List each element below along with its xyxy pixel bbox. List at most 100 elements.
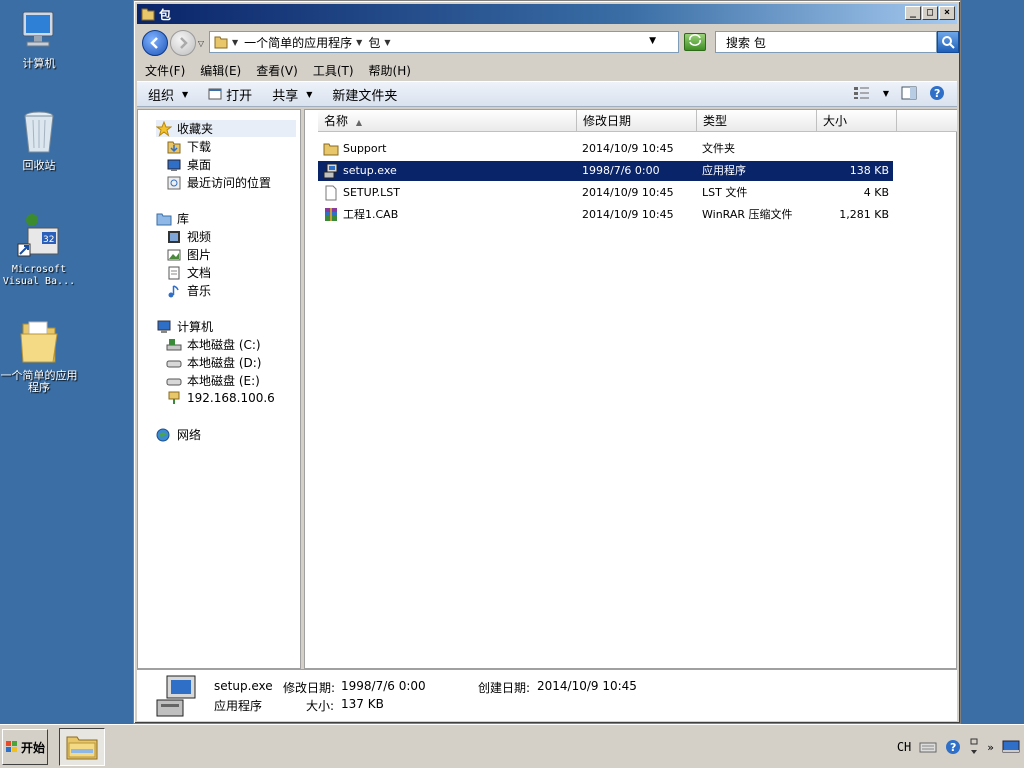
breadcrumb-arrow[interactable]: ▼	[384, 38, 390, 47]
close-button[interactable]: ×	[939, 6, 955, 20]
navigation-pane: 收藏夹 下载 桌面 最近访问的位置 库 视频 图片 文档 音乐 计算机 本地磁盘…	[137, 109, 301, 669]
start-button[interactable]: 开始	[2, 729, 48, 765]
nav-item-desktop[interactable]: 桌面	[166, 156, 211, 173]
maximize-button[interactable]: □	[922, 6, 938, 20]
system-tray: CH ? »	[897, 731, 1020, 763]
title-bar[interactable]: 包 _ □ ×	[137, 4, 957, 24]
menu-tools[interactable]: 工具(T)	[313, 62, 354, 79]
desktop-icon-recycle-bin[interactable]: 回收站	[0, 110, 78, 172]
arrow-left-icon	[150, 37, 158, 49]
menu-view[interactable]: 查看(V)	[256, 62, 298, 79]
column-header-name[interactable]: 名称 ▲	[318, 110, 577, 132]
options-menu-icon[interactable]	[969, 737, 979, 757]
show-hidden-icons-icon[interactable]: »	[987, 741, 994, 754]
table-row[interactable]: Support 2014/10/9 10:45 文件夹	[318, 139, 893, 159]
breadcrumb-segment[interactable]: 一个简单的应用程序	[244, 34, 352, 51]
search-button[interactable]	[937, 31, 959, 53]
nav-label: 最近访问的位置	[187, 176, 272, 190]
nav-label: 计算机	[177, 320, 214, 334]
nav-label: 下载	[187, 140, 212, 154]
menu-edit[interactable]: 编辑(E)	[200, 62, 241, 79]
desktop-icon-label: 回收站	[22, 159, 56, 172]
command-bar: 组织 ▼ 打开 共享 ▼ 新建文件夹 ▼ ?	[137, 81, 957, 107]
help-icon[interactable]: ?	[929, 85, 945, 101]
recent-pages-button[interactable]: ▽	[196, 39, 206, 48]
breadcrumb-arrow[interactable]: ▼	[356, 38, 362, 47]
search-input[interactable]: 搜索 包	[715, 31, 937, 53]
system-drive-icon	[166, 338, 182, 350]
chevron-down-icon: ▼	[306, 89, 313, 99]
nav-item-disk-e[interactable]: 本地磁盘 (E:)	[166, 372, 260, 389]
address-bar[interactable]: ▼ 一个简单的应用程序 ▼ 包 ▼ ▼	[209, 31, 679, 53]
preview-pane-icon[interactable]	[901, 86, 917, 100]
forward-button[interactable]	[170, 30, 196, 56]
table-row[interactable]: SETUP.LST 2014/10/9 10:45 LST 文件 4 KB	[318, 183, 893, 203]
chevron-down-icon[interactable]: ▼	[649, 36, 656, 46]
share-button[interactable]: 共享 ▼	[272, 85, 312, 104]
breadcrumb-segment[interactable]: 包	[368, 34, 380, 51]
folder-icon	[20, 321, 58, 363]
network-icon	[156, 428, 170, 441]
new-folder-label: 新建文件夹	[332, 88, 398, 104]
file-name: setup.exe	[343, 164, 397, 177]
menu-help[interactable]: 帮助(H)	[369, 62, 411, 79]
desktop-icon-label: 一个简单的应用程序	[0, 369, 78, 394]
table-row-selected[interactable]: setup.exe 1998/7/6 0:00 应用程序 138 KB	[318, 161, 893, 181]
nav-item-network-drive[interactable]: 192.168.100.6	[166, 390, 275, 406]
desktop-icon-label: Microsoft Visual Ba...	[2, 264, 76, 287]
nav-item-music[interactable]: 音乐	[166, 282, 211, 299]
windows-logo-icon	[5, 741, 17, 752]
nav-favorites[interactable]: 收藏夹	[156, 120, 296, 137]
file-name: 工程1.CAB	[343, 208, 399, 221]
nav-item-downloads[interactable]: 下载	[166, 138, 211, 155]
file-date: 2014/10/9 10:45	[582, 142, 674, 155]
nav-label: 桌面	[187, 158, 212, 172]
network-drive-icon	[168, 391, 180, 404]
desktop-icon-folder[interactable]: 一个简单的应用程序	[0, 318, 78, 394]
nav-libraries[interactable]: 库	[156, 210, 189, 227]
keyboard-icon[interactable]	[919, 740, 937, 754]
view-controls: ▼ ?	[853, 85, 945, 101]
new-folder-button[interactable]: 新建文件夹	[332, 85, 397, 104]
refresh-button[interactable]	[684, 33, 706, 51]
nav-item-recent[interactable]: 最近访问的位置	[166, 174, 271, 191]
folder-icon	[141, 8, 155, 21]
details-created-label: 创建日期:	[478, 681, 531, 695]
nav-label: 音乐	[187, 284, 212, 298]
desktop-icon-label: 计算机	[22, 57, 56, 70]
desktop-icon-vb6[interactable]: 32 Microsoft Visual Ba...	[0, 212, 78, 288]
language-indicator[interactable]: CH	[897, 740, 911, 754]
organize-button[interactable]: 组织 ▼	[148, 85, 188, 104]
nav-item-pictures[interactable]: 图片	[166, 246, 211, 263]
column-header-type[interactable]: 类型	[697, 110, 817, 132]
table-row[interactable]: 工程1.CAB 2014/10/9 10:45 WinRAR 压缩文件 1,28…	[318, 205, 893, 225]
help-icon[interactable]: ?	[945, 739, 961, 755]
refresh-icon	[689, 34, 701, 46]
back-button[interactable]	[142, 30, 168, 56]
chevron-down-icon[interactable]: ▼	[883, 89, 889, 98]
nav-label: 文档	[187, 266, 212, 280]
open-button[interactable]: 打开	[208, 85, 252, 104]
show-desktop-icon[interactable]	[1002, 739, 1020, 755]
taskbar-explorer-button[interactable]	[59, 728, 105, 766]
nav-item-documents[interactable]: 文档	[166, 264, 211, 281]
nav-item-disk-d[interactable]: 本地磁盘 (D:)	[166, 354, 261, 371]
column-header-size[interactable]: 大小	[817, 110, 897, 132]
folder-icon	[323, 143, 339, 156]
desktop-icon-computer[interactable]: 计算机	[0, 8, 78, 70]
nav-label: 本地磁盘 (C:)	[187, 338, 261, 352]
nav-network[interactable]: 网络	[156, 426, 201, 443]
menu-file[interactable]: 文件(F)	[145, 62, 185, 79]
sort-ascending-icon: ▲	[355, 118, 362, 127]
nav-item-disk-c[interactable]: 本地磁盘 (C:)	[166, 336, 261, 353]
view-options-icon[interactable]	[853, 86, 871, 100]
column-header-date[interactable]: 修改日期	[577, 110, 697, 132]
minimize-button[interactable]: _	[905, 6, 921, 20]
breadcrumb-arrow[interactable]: ▼	[232, 38, 238, 47]
nav-computer[interactable]: 计算机	[156, 318, 213, 335]
documents-icon	[168, 266, 180, 279]
svg-text:?: ?	[950, 741, 956, 754]
column-label: 修改日期	[583, 114, 632, 128]
nav-item-videos[interactable]: 视频	[166, 228, 211, 245]
file-icon	[325, 185, 337, 201]
